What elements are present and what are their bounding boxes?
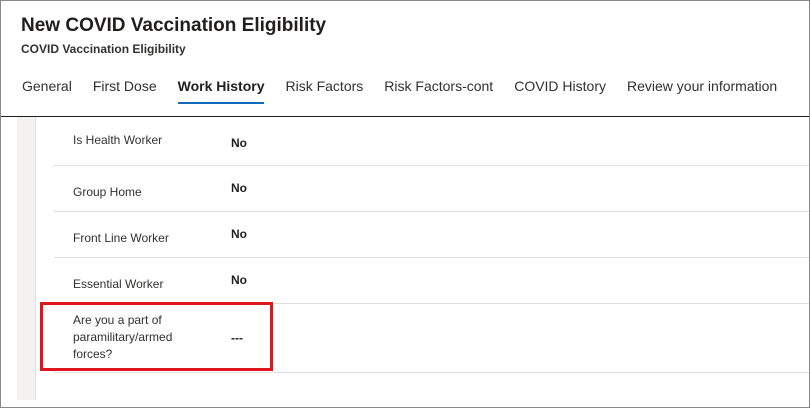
field-value[interactable]: No	[231, 181, 247, 195]
tab-general[interactable]: General	[22, 77, 72, 104]
form-title: New COVID Vaccination Eligibility	[21, 15, 327, 36]
field-label: Group Home	[73, 185, 142, 199]
tab-review-your-information[interactable]: Review your information	[627, 77, 777, 104]
form-window: New COVID Vaccination Eligibility COVID …	[0, 0, 810, 408]
highlight-box	[40, 302, 273, 371]
field-value[interactable]: No	[231, 273, 247, 287]
tab-work-history[interactable]: Work History	[177, 77, 264, 104]
tab-risk-factors-cont[interactable]: Risk Factors-cont	[384, 77, 493, 104]
field-value[interactable]: No	[231, 136, 247, 150]
field-label: Front Line Worker	[73, 231, 169, 245]
tab-risk-factors[interactable]: Risk Factors	[285, 77, 363, 104]
field-value[interactable]: No	[231, 227, 247, 241]
tab-first-dose[interactable]: First Dose	[93, 77, 157, 104]
field-row-is-health-worker[interactable]: Is Health Worker No	[54, 117, 809, 166]
tab-bar: General First Dose Work History Risk Fac…	[22, 77, 798, 105]
field-row-essential-worker[interactable]: Essential Worker No	[54, 258, 809, 304]
form-subtitle: COVID Vaccination Eligibility	[21, 42, 186, 56]
form-header: New COVID Vaccination Eligibility COVID …	[1, 1, 809, 117]
field-label: Essential Worker	[73, 277, 164, 291]
field-label: Is Health Worker	[73, 133, 163, 147]
tab-covid-history[interactable]: COVID History	[514, 77, 606, 104]
field-row-front-line-worker[interactable]: Front Line Worker No	[54, 212, 809, 258]
field-row-group-home[interactable]: Group Home No	[54, 166, 809, 212]
